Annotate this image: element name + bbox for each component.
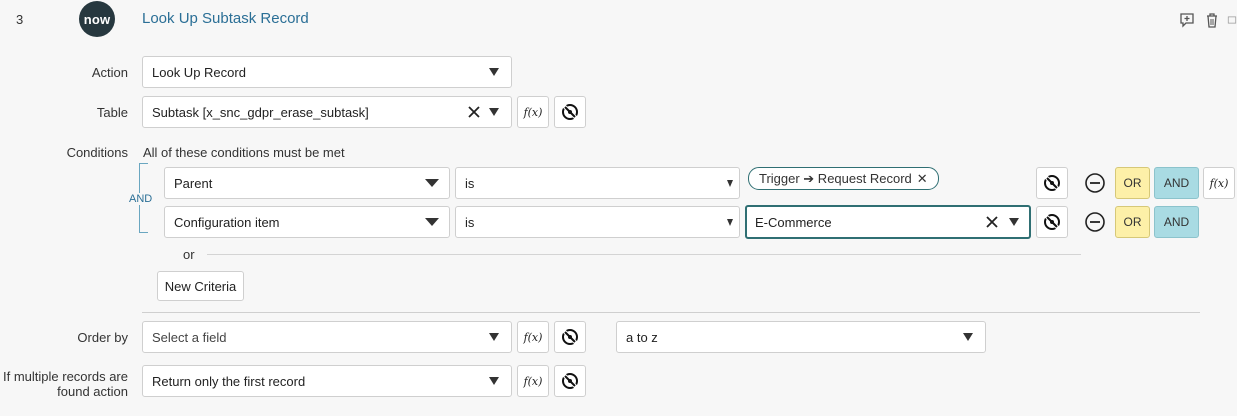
- chevron-down-icon: [727, 180, 733, 187]
- or-separator-label: or: [183, 247, 195, 262]
- action-select[interactable]: Look Up Record: [142, 56, 512, 88]
- multiple-records-label-line1: If multiple records are: [3, 369, 128, 384]
- order-direction-select[interactable]: a to z: [616, 321, 986, 353]
- order-by-label: Order by: [77, 330, 128, 345]
- remove-condition-icon[interactable]: [1084, 172, 1106, 194]
- servicenow-logo: now: [79, 1, 115, 37]
- data-pill-picker-icon: [562, 373, 578, 389]
- action-label: Action: [91, 65, 128, 80]
- data-pill-picker-icon: [562, 329, 578, 345]
- step-title[interactable]: Look Up Subtask Record: [142, 10, 309, 27]
- logo-text: now: [83, 11, 111, 27]
- data-pill-picker-button[interactable]: [554, 321, 586, 353]
- data-pill-picker-icon: [1044, 214, 1060, 230]
- remove-condition-icon[interactable]: [1084, 211, 1106, 233]
- fx-icon: f(x): [523, 105, 543, 119]
- condition-field-value: Parent: [174, 175, 213, 191]
- condition-field-select[interactable]: Configuration item: [164, 206, 450, 238]
- table-label: Table: [96, 105, 128, 120]
- or-divider: [207, 254, 1081, 255]
- or-button[interactable]: OR: [1115, 206, 1150, 238]
- section-divider: [142, 312, 1200, 313]
- data-pill-token[interactable]: Trigger ➔ Request Record ✕: [748, 167, 939, 190]
- table-select[interactable]: Subtask [x_snc_gdpr_erase_subtask]: [142, 96, 512, 128]
- data-pill-picker-icon: [562, 104, 578, 120]
- table-value: Subtask [x_snc_gdpr_erase_subtask]: [152, 104, 369, 120]
- data-pill-label: Trigger ➔ Request Record: [759, 170, 912, 186]
- condition-operator-value: is: [465, 214, 475, 230]
- clear-icon[interactable]: [467, 105, 481, 119]
- condition-operator-select[interactable]: is: [455, 206, 740, 238]
- chevron-down-icon: [489, 333, 499, 341]
- collapse-icon[interactable]: [1227, 11, 1237, 29]
- conditions-label: Conditions: [66, 145, 128, 160]
- order-by-field-select[interactable]: Select a field: [142, 321, 512, 353]
- fx-icon: f(x): [1209, 176, 1229, 190]
- data-pill-picker-button[interactable]: [554, 365, 586, 397]
- fx-button[interactable]: f(x): [517, 96, 549, 128]
- data-pill-picker-button[interactable]: [1036, 206, 1068, 238]
- chevron-down-icon: [489, 108, 499, 116]
- chevron-down-icon: [1009, 218, 1019, 226]
- chevron-down-icon: [963, 333, 973, 341]
- fx-icon: f(x): [523, 374, 543, 388]
- condition-operator-select[interactable]: is: [455, 167, 740, 199]
- action-value: Look Up Record: [152, 64, 246, 80]
- fx-button[interactable]: f(x): [517, 365, 549, 397]
- or-button[interactable]: OR: [1115, 167, 1150, 199]
- condition-operator-value: is: [465, 175, 475, 191]
- chevron-down-icon: [489, 377, 499, 385]
- group-and-label: AND: [128, 193, 154, 205]
- trash-icon[interactable]: [1203, 11, 1221, 29]
- data-pill-picker-icon: [1044, 175, 1060, 191]
- clear-icon[interactable]: [985, 215, 999, 229]
- chevron-down-icon: [425, 218, 439, 226]
- add-comment-icon[interactable]: [1178, 11, 1196, 29]
- condition-field-value: Configuration item: [174, 214, 280, 230]
- fx-button[interactable]: f(x): [517, 321, 549, 353]
- multiple-records-select[interactable]: Return only the first record: [142, 365, 512, 397]
- conditions-summary: All of these conditions must be met: [143, 145, 345, 160]
- multiple-records-value: Return only the first record: [152, 373, 306, 389]
- fx-icon: f(x): [523, 330, 543, 344]
- remove-pill-icon[interactable]: ✕: [917, 171, 928, 187]
- order-direction-value: a to z: [626, 329, 658, 345]
- and-button[interactable]: AND: [1154, 167, 1199, 199]
- multiple-records-label-line2: found action: [57, 384, 128, 399]
- new-criteria-button[interactable]: New Criteria: [157, 271, 244, 301]
- data-pill-picker-button[interactable]: [1036, 167, 1068, 199]
- fx-button[interactable]: f(x): [1203, 167, 1235, 199]
- condition-field-select[interactable]: Parent: [164, 167, 450, 199]
- chevron-down-icon: [489, 68, 499, 76]
- order-by-placeholder: Select a field: [152, 329, 227, 345]
- data-pill-picker-button[interactable]: [554, 96, 586, 128]
- multiple-records-label: If multiple records are found action: [0, 369, 128, 399]
- and-button[interactable]: AND: [1154, 206, 1199, 238]
- chevron-down-icon: [727, 219, 733, 226]
- condition-value-select[interactable]: E-Commerce: [745, 205, 1031, 239]
- step-number: 3: [16, 12, 24, 27]
- chevron-down-icon: [425, 179, 439, 187]
